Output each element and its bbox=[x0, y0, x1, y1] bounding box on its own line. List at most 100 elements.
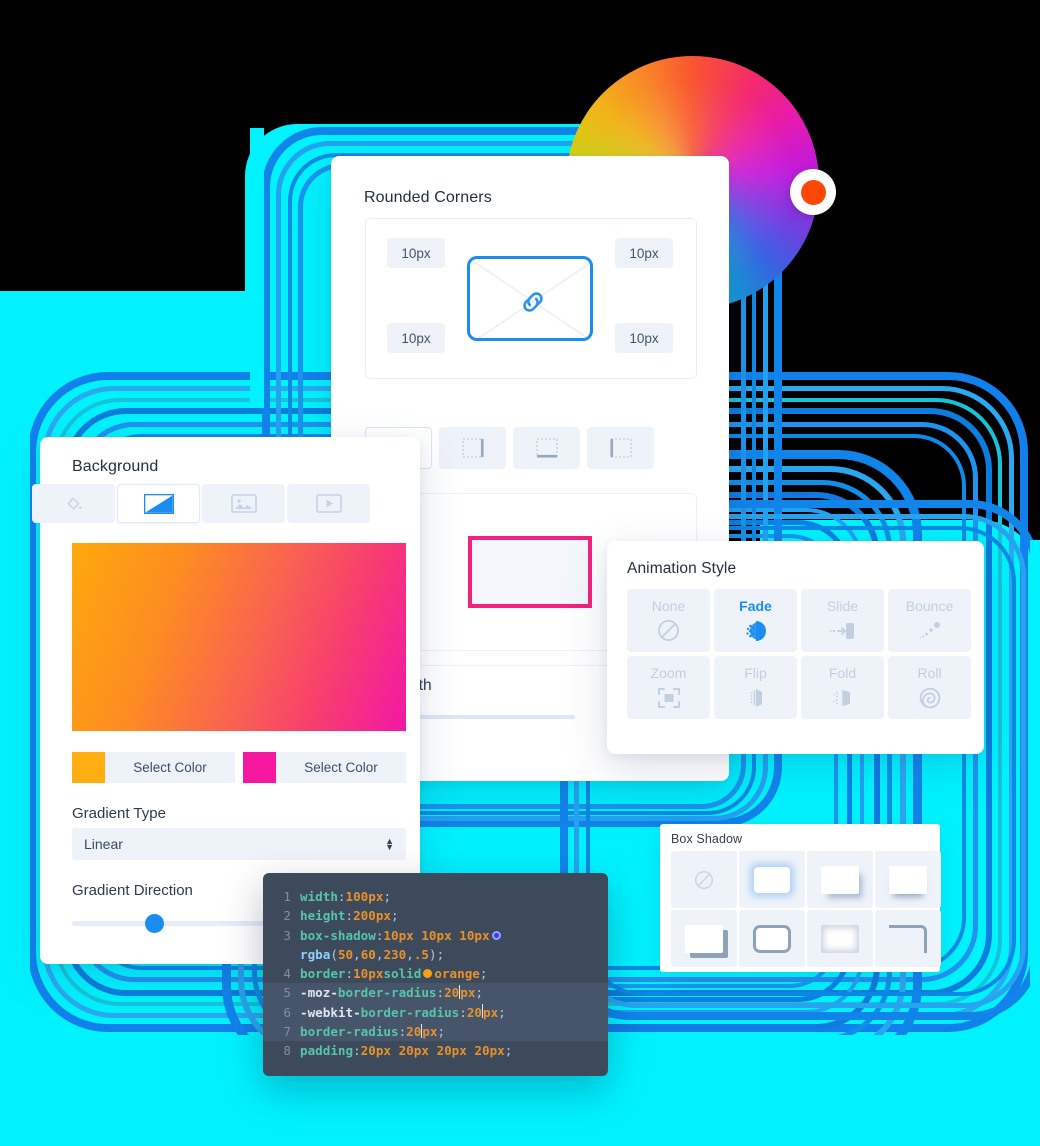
code-line-continuation: rgba(50, 60, 230, .5); bbox=[300, 946, 445, 962]
line-number: 1 bbox=[283, 889, 291, 904]
corner-value-top-right[interactable]: 10px bbox=[615, 238, 673, 268]
animation-option-label: Bounce bbox=[905, 597, 954, 614]
code-line: 6 -webkit-border-radius: 20 px; bbox=[263, 1002, 608, 1023]
animation-option-zoom[interactable]: Zoom bbox=[627, 656, 710, 719]
gradient-icon bbox=[143, 493, 174, 514]
zoom-arrows-icon bbox=[655, 685, 683, 711]
chevron-updown-icon: ▲ ▼ bbox=[385, 836, 394, 852]
element-preview bbox=[467, 256, 593, 341]
code-line: 4 border: 10px solid orange; bbox=[263, 964, 608, 983]
text-cursor bbox=[421, 1023, 423, 1038]
box-shadow-card: Box Shadow bbox=[660, 824, 941, 972]
border-right-icon bbox=[461, 438, 484, 458]
no-entry-icon bbox=[695, 870, 713, 889]
box-inset-icon bbox=[821, 924, 859, 953]
corner-value-top-left[interactable]: 10px bbox=[387, 238, 445, 268]
boxshadow-option-hard-br[interactable] bbox=[671, 910, 737, 967]
fold-icon bbox=[829, 685, 857, 711]
line-number: 2 bbox=[283, 908, 291, 924]
tab-image[interactable] bbox=[202, 484, 285, 523]
line-number: 4 bbox=[283, 966, 291, 982]
boxshadow-option-none[interactable] bbox=[671, 851, 737, 908]
animation-option-label: Zoom bbox=[650, 664, 687, 681]
inline-color-swatch-blue[interactable] bbox=[491, 930, 501, 940]
line-number: 3 bbox=[283, 927, 291, 943]
boxshadow-option-bottom[interactable] bbox=[875, 851, 941, 908]
code-line: 7 border-radius: 20 px; bbox=[263, 1022, 608, 1042]
animation-option-label: Slide bbox=[826, 597, 859, 614]
gradient-preview[interactable] bbox=[72, 543, 406, 731]
border-side-tab-left[interactable] bbox=[587, 427, 654, 469]
border-side-tab-bottom[interactable] bbox=[513, 427, 580, 469]
box-shadow-br-icon bbox=[821, 865, 859, 894]
border-width-slider[interactable] bbox=[394, 715, 575, 719]
animation-option-label: Flip bbox=[744, 664, 767, 681]
boxshadow-option-bottom-right[interactable] bbox=[807, 851, 873, 908]
code-line: 8 padding: 20px 20px 20px 20px; bbox=[263, 1041, 608, 1060]
animation-option-label: None bbox=[651, 597, 686, 614]
background-type-tabs bbox=[32, 484, 372, 523]
gradient-direction-slider-knob[interactable] bbox=[145, 914, 164, 933]
animation-panel-title: Animation Style bbox=[627, 560, 737, 577]
code-line: 1 width: 100px; bbox=[263, 887, 608, 906]
no-entry-icon bbox=[655, 618, 683, 644]
animation-option-flip[interactable]: Flip bbox=[714, 656, 797, 719]
box-corner-icon bbox=[889, 924, 927, 953]
cyan-cover-left bbox=[0, 292, 30, 992]
animation-option-grid: None Fade Slide Bounce Zoom Flip Fold Ro… bbox=[627, 589, 971, 719]
boxshadow-option-outline[interactable] bbox=[739, 910, 805, 967]
text-cursor bbox=[482, 1004, 484, 1019]
animation-option-fold[interactable]: Fold bbox=[801, 656, 884, 719]
border-left-icon bbox=[609, 438, 632, 458]
text-cursor bbox=[459, 985, 461, 1000]
animation-option-none[interactable]: None bbox=[627, 589, 710, 652]
boxshadow-option-corner[interactable] bbox=[875, 910, 941, 967]
gradient-stop-1: Select Color bbox=[72, 752, 235, 783]
link-icon bbox=[523, 292, 543, 312]
animation-option-slide[interactable]: Slide bbox=[801, 589, 884, 652]
code-line: 5 -moz-border-radius: 20 px; bbox=[263, 983, 608, 1003]
code-line: 2 height: 200px; bbox=[263, 906, 608, 925]
flip-icon bbox=[742, 685, 770, 711]
animation-option-roll[interactable]: Roll bbox=[888, 656, 971, 719]
box-outline-icon bbox=[753, 924, 791, 953]
inline-color-swatch-orange[interactable] bbox=[423, 969, 433, 979]
code-lines: 1 width: 100px; 2 height: 200px; 3 box-shad… bbox=[263, 887, 608, 1061]
color-swatch-2[interactable] bbox=[243, 752, 276, 783]
line-number: 8 bbox=[283, 1043, 291, 1059]
code-editor[interactable]: 1 width: 100px; 2 height: 200px; 3 box-shad… bbox=[263, 873, 608, 1076]
gradient-type-select[interactable]: Linear ▲ ▼ bbox=[72, 828, 406, 860]
boxshadow-option-glow[interactable] bbox=[739, 851, 805, 908]
tab-video[interactable] bbox=[287, 484, 370, 523]
animation-option-bounce[interactable]: Bounce bbox=[888, 589, 971, 652]
border-bottom-icon bbox=[535, 438, 558, 458]
animation-option-label: Roll bbox=[917, 664, 942, 681]
box-hard-br-icon bbox=[685, 924, 723, 953]
slide-icon bbox=[829, 618, 857, 644]
color-wheel-selector[interactable] bbox=[790, 169, 836, 215]
boxshadow-option-inset[interactable] bbox=[807, 910, 873, 967]
corner-value-bottom-left[interactable]: 10px bbox=[387, 323, 445, 353]
gradient-type-value: Linear bbox=[84, 836, 123, 852]
select-color-button-1[interactable]: Select Color bbox=[105, 752, 235, 783]
border-preview-element bbox=[468, 536, 592, 608]
gradient-direction-label: Gradient Direction bbox=[72, 882, 193, 899]
tab-gradient[interactable] bbox=[117, 484, 200, 523]
box-glow-icon bbox=[753, 865, 791, 894]
line-number: 6 bbox=[283, 1004, 291, 1020]
animation-option-fade[interactable]: Fade bbox=[714, 589, 797, 652]
tab-classic[interactable] bbox=[32, 484, 115, 523]
bounce-icon bbox=[916, 618, 944, 644]
border-side-tab-right[interactable] bbox=[439, 427, 506, 469]
page-title: Rounded Corners bbox=[364, 189, 492, 206]
gradient-type-label: Gradient Type bbox=[72, 805, 166, 822]
fade-icon bbox=[742, 618, 770, 644]
gradient-stop-2: Select Color bbox=[243, 752, 406, 783]
paint-bucket-icon bbox=[67, 497, 82, 510]
select-color-button-2[interactable]: Select Color bbox=[276, 752, 406, 783]
color-swatch-1[interactable] bbox=[72, 752, 105, 783]
animation-style-card: Animation Style None Fade Slide Bounce Z… bbox=[607, 541, 984, 754]
corner-value-bottom-right[interactable]: 10px bbox=[615, 323, 673, 353]
line-number: 7 bbox=[283, 1024, 291, 1040]
color-wheel-selector-dot bbox=[800, 179, 826, 205]
